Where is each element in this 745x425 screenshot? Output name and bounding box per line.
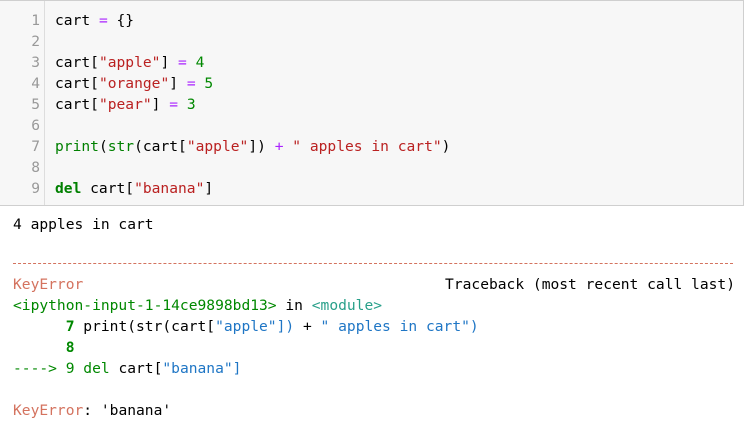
code-line: del cart["banana"] xyxy=(55,178,213,199)
code-token: cart[ xyxy=(55,96,99,113)
code-token: ]) xyxy=(248,138,275,155)
traceback-token: 7 xyxy=(13,318,84,335)
code-token: 5 xyxy=(204,75,214,92)
final-error: KeyError: 'banana' xyxy=(13,400,171,421)
code-token: ( xyxy=(98,138,108,155)
traceback-token: ----> 9 xyxy=(13,360,84,377)
final-error-message: : 'banana' xyxy=(83,402,172,419)
code-token: "apple" xyxy=(98,54,161,71)
code-line: cart["pear"] = 3 xyxy=(55,94,196,115)
code-token: "orange" xyxy=(98,75,170,92)
code-token: cart[ xyxy=(81,180,135,197)
traceback-token: " apples in cart") xyxy=(311,318,479,335)
line-number: 5 xyxy=(31,96,40,113)
traceback-token: 8 xyxy=(13,339,75,356)
traceback-token: ] xyxy=(232,360,242,377)
code-token: ] xyxy=(169,75,187,92)
code-token: " apples in cart" xyxy=(292,138,442,155)
module-reference: <module> xyxy=(311,297,383,314)
traceback-token: "apple" xyxy=(215,318,277,335)
code-token: ) xyxy=(441,138,451,155)
code-token: cart[ xyxy=(55,75,99,92)
code-token: "banana" xyxy=(134,180,205,197)
in-keyword: in xyxy=(276,297,312,314)
code-line: cart = {} xyxy=(55,10,134,31)
code-token: "pear" xyxy=(98,96,152,113)
line-number: 3 xyxy=(31,54,40,71)
traceback-line: ----> 9 del cart["banana"] xyxy=(13,358,241,379)
final-error-name: KeyError xyxy=(13,402,84,419)
traceback-token: del xyxy=(83,360,110,377)
code-token: = xyxy=(169,96,179,113)
code-token: (cart[ xyxy=(134,138,187,155)
traceback-location: <ipython-input-1-14ce9898bd13> in <modul… xyxy=(13,295,382,316)
code-token: ] xyxy=(204,180,214,197)
line-number: 7 xyxy=(31,138,40,155)
traceback-token: + xyxy=(302,318,312,335)
code-token: print xyxy=(55,138,99,155)
traceback-token: print(str(cart[ xyxy=(83,318,216,335)
code-token: cart xyxy=(55,12,99,29)
code-token: 3 xyxy=(186,96,196,113)
line-number: 1 xyxy=(31,12,40,29)
line-number: 8 xyxy=(31,159,40,176)
traceback-token: ]) xyxy=(276,318,303,335)
code-token: ] xyxy=(151,96,170,113)
traceback-header: Traceback (most recent call last) xyxy=(445,276,735,293)
code-token: str xyxy=(107,138,135,155)
traceback-token: cart[ xyxy=(109,360,163,377)
code-token: cart[ xyxy=(55,54,99,71)
traceback-token: "banana" xyxy=(162,360,233,377)
line-number-gutter: 1 2 3 4 5 6 7 8 9 xyxy=(0,1,45,205)
error-name: KeyError xyxy=(13,276,84,293)
input-reference: <ipython-input-1-14ce9898bd13> xyxy=(13,297,277,314)
line-number: 9 xyxy=(31,180,40,197)
code-token: del xyxy=(55,180,82,197)
traceback-line: 8 xyxy=(13,337,75,358)
code-cell[interactable]: 123456789 cart = {} cart["apple"] = 4 cart… xyxy=(0,0,744,206)
code-token: "apple" xyxy=(186,138,249,155)
code-token: ] xyxy=(160,54,179,71)
stdout-output: 4 apples in cart xyxy=(13,216,154,233)
code-line: cart["apple"] = 4 xyxy=(55,52,204,73)
code-token: 4 xyxy=(195,54,205,71)
code-token: = xyxy=(186,75,196,92)
traceback-line: 7 print(str(cart["apple"]) + " apples in… xyxy=(13,316,479,337)
code-line: print(str(cart["apple"]) + " apples in c… xyxy=(55,136,450,157)
code-token: = xyxy=(98,12,108,29)
code-line: cart["orange"] = 5 xyxy=(55,73,213,94)
line-number: 6 xyxy=(31,117,40,134)
code-token: {} xyxy=(107,12,135,29)
line-number: 2 xyxy=(31,33,40,50)
code-token: = xyxy=(178,54,187,71)
line-number: 4 xyxy=(31,75,40,92)
